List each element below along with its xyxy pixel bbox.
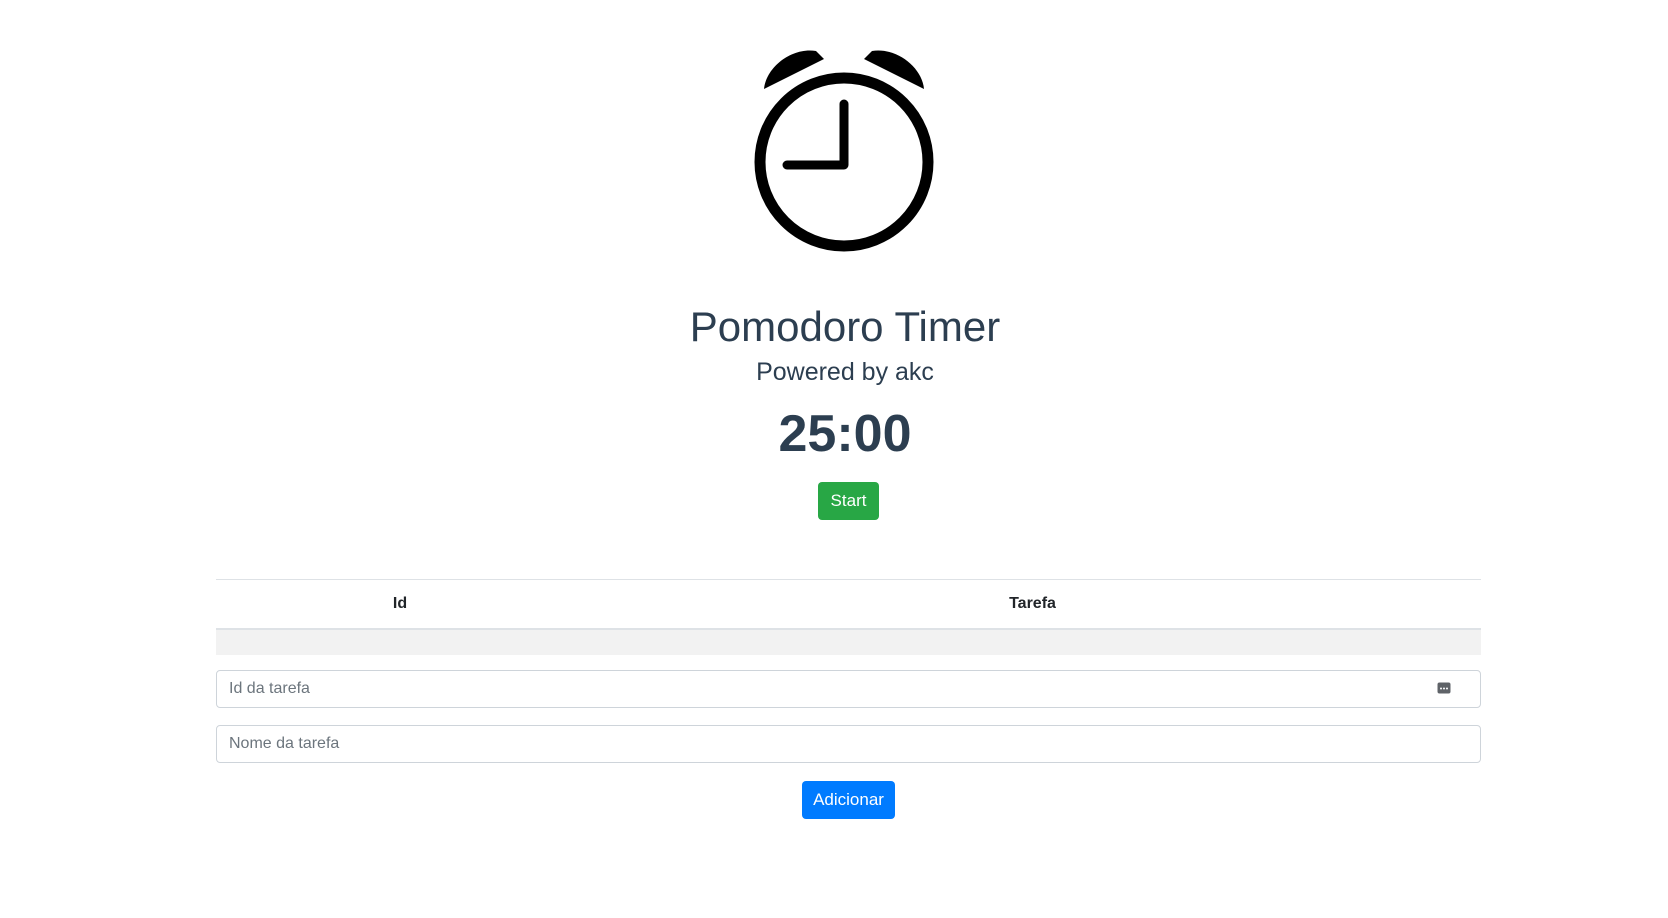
- page-subtitle: Powered by akc: [756, 358, 934, 386]
- task-id-input[interactable]: [216, 670, 1481, 708]
- column-header-id: Id: [392, 595, 408, 612]
- alarm-clock-icon: [754, 50, 934, 252]
- timer-display: 25:00: [778, 405, 912, 463]
- tasks-table: Id Tarefa: [216, 579, 1481, 655]
- column-header-tarefa: Tarefa: [1009, 595, 1056, 612]
- task-name-input[interactable]: [216, 725, 1481, 763]
- table-body-empty: [216, 630, 1481, 655]
- add-task-button[interactable]: Adicionar: [802, 781, 895, 819]
- autofill-key-icon[interactable]: [1437, 681, 1451, 695]
- start-button[interactable]: Start: [818, 482, 879, 520]
- page-title: Pomodoro Timer: [689, 303, 1001, 350]
- table-header-row: Id Tarefa: [216, 580, 1481, 630]
